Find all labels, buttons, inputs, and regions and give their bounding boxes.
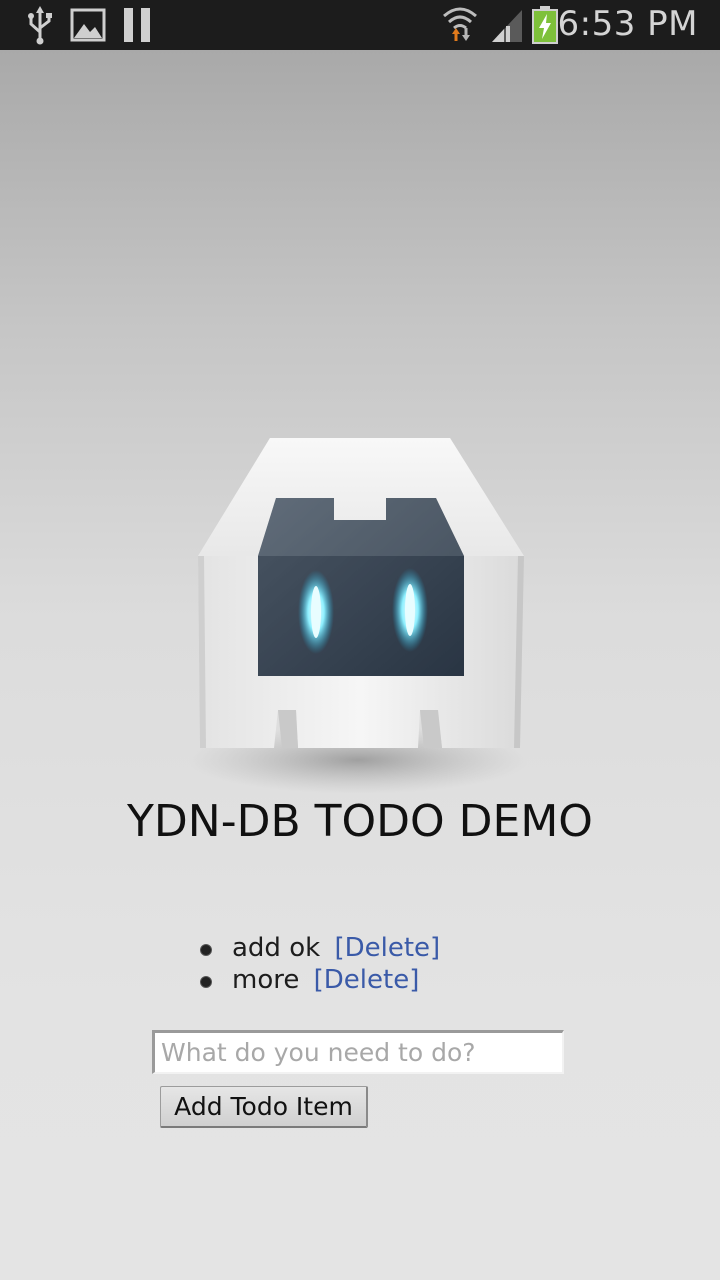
todo-text: more [232, 965, 300, 995]
status-bar: 6:53 PM [0, 0, 720, 50]
todo-list: add ok [Delete] more [Delete] [200, 932, 440, 996]
screen: 6:53 PM YDN-DB TODO DEMO add ok [Delete]… [0, 0, 720, 1280]
image-icon [70, 8, 106, 47]
add-todo-button[interactable]: Add Todo Item [160, 1086, 368, 1128]
todo-text: add ok [232, 933, 321, 963]
delete-link[interactable]: [Delete] [314, 965, 420, 995]
todo-input[interactable] [152, 1030, 564, 1074]
battery-charging-icon [532, 6, 558, 49]
signal-icon [490, 8, 524, 49]
pause-icon [122, 8, 152, 47]
wifi-icon [442, 4, 478, 49]
cordova-logo [188, 430, 538, 800]
usb-icon [26, 6, 54, 51]
status-time: 6:53 PM [557, 4, 698, 44]
delete-link[interactable]: [Delete] [334, 933, 440, 963]
bullet-icon [200, 976, 212, 988]
page-title: YDN-DB TODO DEMO [127, 796, 593, 847]
bullet-icon [200, 944, 212, 956]
list-item: more [Delete] [200, 964, 440, 996]
list-item: add ok [Delete] [200, 932, 440, 964]
